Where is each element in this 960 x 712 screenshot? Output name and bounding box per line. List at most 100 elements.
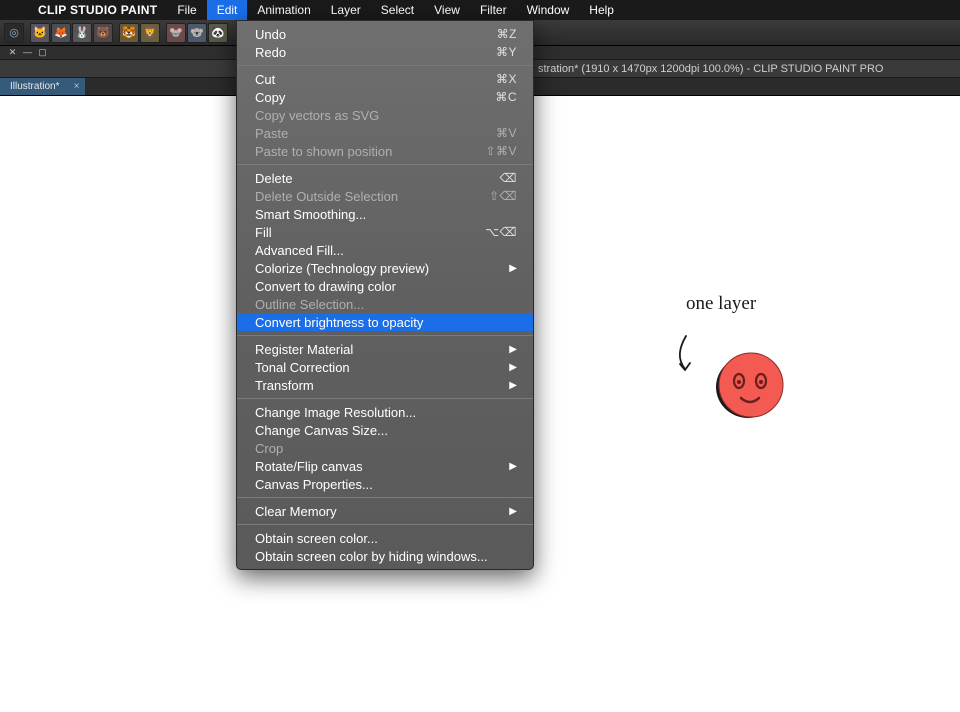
- edit-dropdown-menu: Undo ⌘Z Redo ⌘Y Cut⌘X Copy ⌘C Copy vectors as S…: [236, 20, 534, 570]
- toolbar-icon-7[interactable]: 🐭: [166, 23, 186, 43]
- menu-item-shortcut: ⌘Z: [497, 27, 517, 41]
- menu-item-cut[interactable]: Cut⌘X: [237, 70, 533, 88]
- menu-item-label: Tonal Correction: [255, 360, 350, 375]
- menu-item-shortcut: ⌫: [500, 171, 517, 185]
- menu-item-transform[interactable]: Transform▶: [237, 376, 533, 394]
- canvas-annotation-text: one layer: [686, 293, 756, 315]
- menu-item-clear-memory[interactable]: Clear Memory ▶: [237, 502, 533, 520]
- menu-item-label: Convert to drawing color: [255, 279, 396, 294]
- menu-item-label: Convert brightness to opacity: [255, 315, 423, 330]
- menu-item-label: Colorize (Technology preview): [255, 261, 429, 276]
- menu-file[interactable]: File: [167, 0, 206, 20]
- tab-close-icon[interactable]: ×: [74, 81, 80, 92]
- menu-item-undo[interactable]: Undo ⌘Z: [237, 25, 533, 43]
- toolbar-icon-8[interactable]: 🐨: [187, 23, 207, 43]
- submenu-arrow-icon: ▶: [509, 506, 517, 517]
- toolbar-icon-2[interactable]: 🦊: [51, 23, 71, 43]
- menu-item-label: Obtain screen color...: [255, 531, 378, 546]
- menu-item-label: Obtain screen color by hiding windows...: [255, 549, 488, 564]
- menu-layer[interactable]: Layer: [321, 0, 371, 20]
- app-name[interactable]: CLIP STUDIO PAINT: [28, 3, 167, 17]
- menu-item-canvas-properties[interactable]: Canvas Properties...: [237, 475, 533, 493]
- menu-item-change-image-resolution[interactable]: Change Image Resolution...: [237, 403, 533, 421]
- menu-separator: [237, 524, 533, 525]
- menu-item-shortcut: ⌥⌫: [485, 225, 517, 239]
- menu-item-shortcut: ⌘Y: [496, 45, 517, 59]
- menu-item-delete[interactable]: Delete ⌫: [237, 169, 533, 187]
- menu-animation[interactable]: Animation: [247, 0, 320, 20]
- menu-item-tonal-correction[interactable]: Tonal Correction▶: [237, 358, 533, 376]
- menu-item-shortcut: ⌘X: [496, 72, 517, 86]
- toolbar-icon-9[interactable]: 🐼: [208, 23, 228, 43]
- menu-item-label: Outline Selection...: [255, 297, 364, 312]
- menu-item-copy[interactable]: Copy ⌘C: [237, 88, 533, 106]
- menu-separator: [237, 164, 533, 165]
- menu-item-label: Undo: [255, 27, 286, 42]
- menu-item-label: Fill: [255, 225, 272, 240]
- menu-edit[interactable]: Edit: [207, 0, 248, 20]
- menu-item-label: Copy: [255, 90, 285, 105]
- tab-illustration[interactable]: Illustration* ×: [0, 78, 85, 95]
- toolbar-icon-clip[interactable]: ◎: [4, 23, 24, 43]
- menu-view[interactable]: View: [424, 0, 470, 20]
- menu-separator: [237, 65, 533, 66]
- menu-item-smart-smoothing[interactable]: Smart Smoothing...: [237, 205, 533, 223]
- menu-item-label: Clear Memory: [255, 504, 337, 519]
- menu-item-label: Paste: [255, 126, 288, 141]
- menu-item-change-canvas-size[interactable]: Change Canvas Size...: [237, 421, 533, 439]
- minimize-icon[interactable]: —: [23, 48, 32, 57]
- toolbar-icon-5[interactable]: 🐯: [119, 23, 139, 43]
- menu-item-label: Register Material: [255, 342, 353, 357]
- menu-item-label: Redo: [255, 45, 286, 60]
- toolbar-icon-1[interactable]: 🐱: [30, 23, 50, 43]
- menu-help[interactable]: Help: [579, 0, 624, 20]
- menu-item-label: Advanced Fill...: [255, 243, 344, 258]
- menu-item-shortcut: ⇧⌘V: [485, 144, 517, 158]
- menu-item-fill[interactable]: Fill ⌥⌫: [237, 223, 533, 241]
- menu-item-delete-outside-selection: Delete Outside Selection ⇧⌫: [237, 187, 533, 205]
- menu-item-paste: Paste ⌘V: [237, 124, 533, 142]
- submenu-arrow-icon: ▶: [509, 461, 517, 472]
- menu-item-convert-to-drawing-color[interactable]: Convert to drawing color: [237, 277, 533, 295]
- menu-item-label: Delete: [255, 171, 293, 186]
- menu-item-advanced-fill[interactable]: Advanced Fill...: [237, 241, 533, 259]
- menu-item-shortcut: ⌘V: [496, 126, 517, 140]
- menu-item-redo[interactable]: Redo ⌘Y: [237, 43, 533, 61]
- menu-item-obtain-screen-color[interactable]: Obtain screen color...: [237, 529, 533, 547]
- menu-item-colorize-technology-preview[interactable]: Colorize (Technology preview) ▶: [237, 259, 533, 277]
- document-title-text: stration* (1910 x 1470px 1200dpi 100.0%)…: [538, 63, 883, 75]
- submenu-arrow-icon: ▶: [509, 263, 517, 274]
- menu-item-copy-vectors-as-svg: Copy vectors as SVG: [237, 106, 533, 124]
- menu-item-label: Change Image Resolution...: [255, 405, 416, 420]
- canvas-annotation-arrow: [671, 333, 701, 377]
- menu-item-register-material[interactable]: Register Material▶: [237, 340, 533, 358]
- menu-item-paste-to-shown-position: Paste to shown position⇧⌘V: [237, 142, 533, 160]
- menu-filter[interactable]: Filter: [470, 0, 517, 20]
- menu-window[interactable]: Window: [517, 0, 580, 20]
- menu-item-convert-brightness-to-opacity[interactable]: Convert brightness to opacity: [237, 313, 533, 331]
- menu-item-crop: Crop: [237, 439, 533, 457]
- menu-item-obtain-screen-color-by-hiding-windows[interactable]: Obtain screen color by hiding windows...: [237, 547, 533, 565]
- menu-separator: [237, 335, 533, 336]
- menu-select[interactable]: Select: [371, 0, 424, 20]
- menu-item-label: Delete Outside Selection: [255, 189, 398, 204]
- mac-menubar: CLIP STUDIO PAINT File Edit Animation La…: [0, 0, 960, 20]
- menu-item-shortcut: ⇧⌫: [489, 189, 517, 203]
- menu-item-rotate-flip-canvas[interactable]: Rotate/Flip canvas ▶: [237, 457, 533, 475]
- menu-item-label: Rotate/Flip canvas: [255, 459, 363, 474]
- toolbar-icon-3[interactable]: 🐰: [72, 23, 92, 43]
- maximize-icon[interactable]: ▢: [38, 48, 47, 57]
- menu-item-label: Transform: [255, 378, 314, 393]
- menu-separator: [237, 497, 533, 498]
- menu-item-label: Crop: [255, 441, 283, 456]
- toolbar-icon-4[interactable]: 🐻: [93, 23, 113, 43]
- close-icon[interactable]: ✕: [8, 48, 17, 57]
- canvas-drawing-face: [711, 348, 791, 428]
- toolbar-icon-6[interactable]: 🦁: [140, 23, 160, 43]
- tab-label: Illustration*: [10, 81, 59, 92]
- menu-item-outline-selection: Outline Selection...: [237, 295, 533, 313]
- menu-item-label: Copy vectors as SVG: [255, 108, 379, 123]
- menu-item-shortcut: ⌘C: [495, 90, 517, 104]
- menu-item-label: Canvas Properties...: [255, 477, 373, 492]
- menu-item-label: Change Canvas Size...: [255, 423, 388, 438]
